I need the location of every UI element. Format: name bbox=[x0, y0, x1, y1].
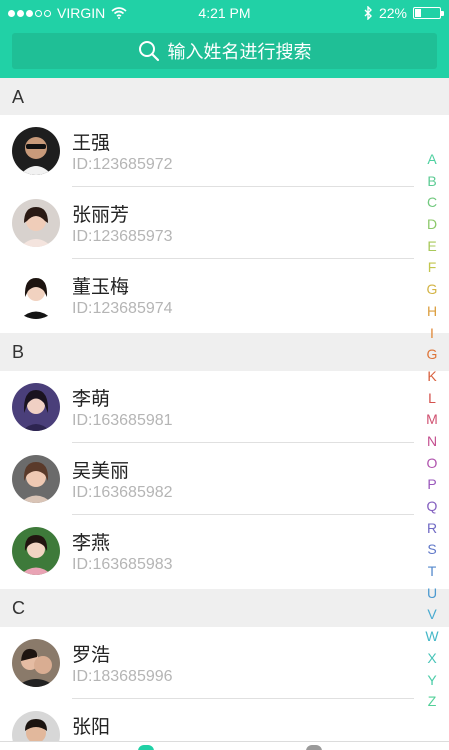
search-bar[interactable]: 输入姓名进行搜索 bbox=[12, 33, 437, 69]
index-letter[interactable]: H bbox=[422, 301, 442, 323]
index-letter[interactable]: F bbox=[422, 257, 442, 279]
index-letter[interactable]: O bbox=[422, 453, 442, 475]
contact-item[interactable]: 张阳 bbox=[0, 699, 449, 741]
index-letter[interactable]: Y bbox=[422, 670, 442, 692]
contact-id: ID:163685982 bbox=[72, 484, 173, 501]
avatar bbox=[12, 639, 60, 687]
contact-item[interactable]: 董玉梅 ID:123685974 bbox=[0, 259, 449, 331]
contact-id: ID:123685972 bbox=[72, 156, 173, 173]
tab-icon-active[interactable] bbox=[138, 745, 154, 750]
avatar bbox=[12, 455, 60, 503]
battery-icon bbox=[413, 7, 444, 19]
status-bar: VIRGIN 4:21 PM 22% bbox=[0, 0, 449, 26]
index-letter[interactable]: V bbox=[422, 604, 442, 626]
contact-name: 罗浩 bbox=[72, 645, 111, 666]
index-letter[interactable]: A bbox=[422, 149, 442, 171]
contact-id: ID:163685981 bbox=[72, 412, 173, 429]
contact-name: 张丽芳 bbox=[72, 205, 130, 226]
contact-id: ID:163685983 bbox=[72, 556, 173, 573]
header: VIRGIN 4:21 PM 22% 输入姓名进行搜索 bbox=[0, 0, 449, 78]
contact-id: ID:123685973 bbox=[72, 228, 173, 245]
index-letter[interactable]: B bbox=[422, 171, 442, 193]
index-letter[interactable]: G bbox=[422, 279, 442, 301]
index-letter[interactable]: T bbox=[422, 561, 442, 583]
section-header-b: B bbox=[0, 333, 449, 371]
alphabet-index[interactable]: A B C D E F G H I G K L M N O P Q R S T … bbox=[422, 149, 442, 713]
avatar bbox=[12, 127, 60, 175]
contact-item[interactable]: 张丽芳 ID:123685973 bbox=[0, 187, 449, 259]
avatar bbox=[12, 271, 60, 319]
index-letter[interactable]: K bbox=[422, 366, 442, 388]
avatar bbox=[12, 383, 60, 431]
index-letter[interactable]: Q bbox=[422, 496, 442, 518]
index-letter[interactable]: N bbox=[422, 431, 442, 453]
bottom-tab-bar bbox=[0, 741, 449, 750]
tab-icon[interactable] bbox=[306, 745, 322, 750]
avatar bbox=[12, 199, 60, 247]
section-header-c: C bbox=[0, 589, 449, 627]
battery-percent: 22% bbox=[378, 5, 407, 21]
bluetooth-icon bbox=[364, 6, 372, 20]
index-letter[interactable]: W bbox=[422, 626, 442, 648]
contact-name: 董玉梅 bbox=[72, 277, 130, 298]
index-letter[interactable]: C bbox=[422, 192, 442, 214]
section-header-a: A bbox=[0, 78, 449, 116]
avatar bbox=[12, 711, 60, 741]
contact-id: ID:123685974 bbox=[72, 300, 173, 317]
contact-id: ID:183685996 bbox=[72, 668, 173, 685]
index-letter[interactable]: E bbox=[422, 236, 442, 258]
contact-item[interactable]: 王强 ID:123685972 bbox=[0, 115, 449, 187]
index-letter[interactable]: P bbox=[422, 474, 442, 496]
index-letter[interactable]: R bbox=[422, 518, 442, 540]
index-letter[interactable]: L bbox=[422, 388, 442, 410]
search-placeholder: 输入姓名进行搜索 bbox=[167, 42, 312, 62]
index-letter[interactable]: S bbox=[422, 539, 442, 561]
contact-name: 李燕 bbox=[72, 533, 111, 554]
index-letter[interactable]: I bbox=[422, 323, 442, 345]
contact-item[interactable]: 李萌 ID:163685981 bbox=[0, 371, 449, 443]
contact-item[interactable]: 吴美丽 ID:163685982 bbox=[0, 443, 449, 515]
index-letter[interactable]: G bbox=[422, 344, 442, 366]
index-letter[interactable]: Z bbox=[422, 691, 442, 713]
index-letter[interactable]: D bbox=[422, 214, 442, 236]
index-letter[interactable]: X bbox=[422, 648, 442, 670]
contact-name: 吴美丽 bbox=[72, 461, 130, 482]
contact-item[interactable]: 李燕 ID:163685983 bbox=[0, 515, 449, 587]
contact-name: 王强 bbox=[72, 133, 111, 154]
search-icon bbox=[138, 41, 159, 62]
contact-name: 李萌 bbox=[72, 389, 111, 410]
status-right: 22% bbox=[364, 5, 444, 21]
index-letter[interactable]: M bbox=[422, 409, 442, 431]
index-letter[interactable]: U bbox=[422, 583, 442, 605]
contact-name: 张阳 bbox=[72, 717, 111, 738]
avatar bbox=[12, 527, 60, 575]
contact-item[interactable]: 罗浩 ID:183685996 bbox=[0, 627, 449, 699]
